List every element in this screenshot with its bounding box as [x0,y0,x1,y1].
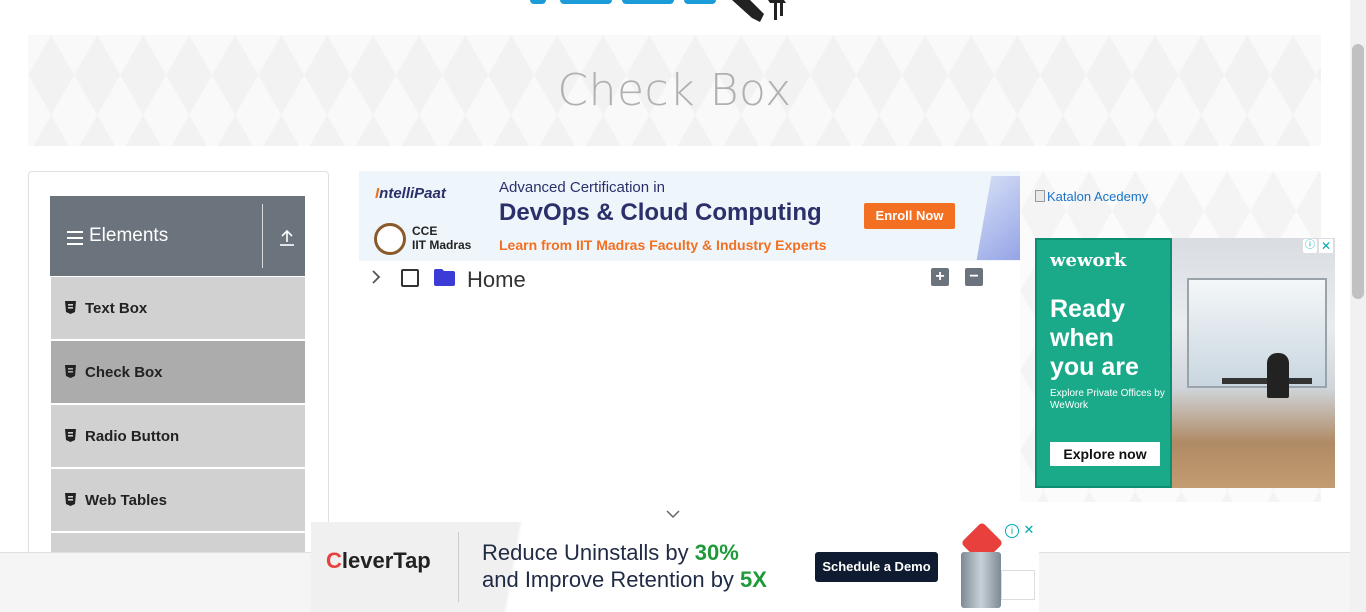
html5-icon [65,493,76,506]
left-navigation-panel: Elements Text Box Check Box Radio Button… [28,171,329,595]
intellipaat-logo: IntelliPaat [375,185,446,202]
office-photo [1172,238,1335,488]
clevertap-logo: CleverTap [326,548,431,573]
collapse-arrow-up-icon[interactable] [279,229,295,247]
ad-line-3: Learn from IIT Madras Faculty & Industry… [499,237,827,253]
adchoices-icon[interactable]: ⓘ [1303,239,1317,253]
menu-item-label: Check Box [85,364,163,381]
page-title: Check Box [557,65,792,116]
schedule-demo-button[interactable]: Schedule a Demo [815,552,938,582]
broken-image-icon [1035,190,1045,202]
ad-subtext: Explore Private Offices by WeWork [1050,388,1165,411]
ad-headline: Ready when you are [1050,295,1139,381]
wework-ad[interactable]: wework Ready when you are Explore Privat… [1035,238,1335,488]
chevron-right-icon[interactable] [371,270,381,284]
elements-menu-list: Text Box Check Box Radio Button Web Tabl… [51,277,305,597]
close-ad-icon[interactable]: ✕ [1022,523,1036,537]
adchoices-icon[interactable]: i [1005,524,1019,538]
menu-item-web-tables[interactable]: Web Tables [51,469,305,531]
elements-group-header[interactable]: Elements [50,196,305,276]
wework-logo: wework [1050,250,1127,271]
menu-item-label: Radio Button [85,428,180,445]
collapse-all-button[interactable]: − [965,268,983,286]
site-logo[interactable] [0,0,1350,30]
tools-logo-icon [732,0,786,22]
home-checkbox[interactable] [401,269,419,287]
scrollbar-thumb[interactable] [1352,44,1364,299]
group-title: Elements [89,225,169,246]
intellipaat-ad-banner[interactable]: IntelliPaat CCE IIT Madras Advanced Certi… [359,171,1021,261]
expand-all-button[interactable]: + [931,268,949,286]
ad-line-2: and Improve Retention by 5X [482,567,767,592]
phone-screen-illustration [1001,570,1035,600]
explore-now-button[interactable]: Explore now [1050,442,1160,466]
tree-node-home: Home + − [359,262,999,296]
menu-item-label: Web Tables [85,492,167,509]
tree-node-label[interactable]: Home [467,267,526,293]
ad-headline: DevOps & Cloud Computing [499,199,822,226]
folder-icon [434,269,455,286]
html5-icon [65,365,76,378]
page-banner: Check Box [28,35,1321,146]
wework-ad-panel: wework Ready when you are Explore Privat… [1035,238,1172,488]
page-scrollbar[interactable] [1350,0,1366,612]
katalon-academy-link[interactable]: Katalon Acedemy [1035,189,1148,204]
menu-item-radio-button[interactable]: Radio Button [51,405,305,467]
ad-line-1: Advanced Certification in [499,179,665,196]
menu-item-label: Text Box [85,300,148,317]
partner-label: CCE IIT Madras [412,224,472,252]
html5-icon [65,301,76,314]
close-ad-icon[interactable]: ✕ [1319,239,1333,253]
chevron-down-icon[interactable] [666,509,680,519]
ad-divider [458,532,459,602]
clevertap-ad[interactable]: CleverTap Reduce Uninstalls by 30% and I… [311,522,1039,612]
html5-icon [65,429,76,442]
menu-item-check-box[interactable]: Check Box [51,341,305,403]
trash-can-icon [961,552,1001,608]
menu-item-text-box[interactable]: Text Box [51,277,305,339]
enroll-now-button[interactable]: Enroll Now [864,203,955,229]
iit-seal-icon [374,223,406,255]
ad-line-1: Reduce Uninstalls by 30% [482,540,739,565]
hamburger-icon [67,231,83,245]
header-divider [262,204,263,268]
ad-illustration [976,176,1021,260]
